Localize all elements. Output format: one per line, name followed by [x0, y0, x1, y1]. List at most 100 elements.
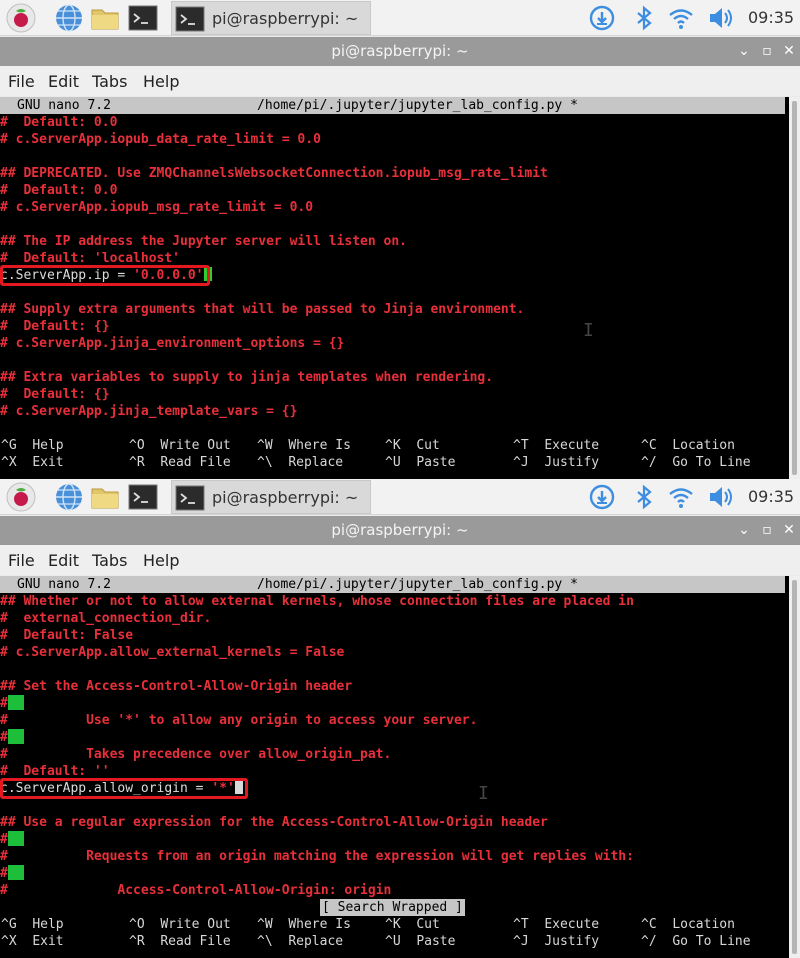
shortcut-label: Cut	[416, 438, 440, 453]
screenshot-bottom: pi@raspberrypi: ~ 09:35 pi@raspberrypi: …	[0, 479, 800, 958]
shortcut-key: ^R	[129, 934, 145, 949]
menu-edit[interactable]: Edit	[48, 551, 79, 570]
clock[interactable]: 09:35	[748, 487, 794, 506]
terminal-scrollbar[interactable]	[789, 576, 800, 958]
menu-help[interactable]: Help	[143, 551, 179, 570]
shortcut-location[interactable]: ^C Location	[641, 916, 735, 933]
menu-edit[interactable]: Edit	[48, 72, 79, 91]
shortcut-exit[interactable]: ^X Exit	[1, 933, 64, 950]
shortcut-replace[interactable]: ^\ Replace	[257, 454, 343, 471]
file-manager-icon[interactable]	[90, 3, 120, 33]
wifi-icon[interactable]	[667, 5, 695, 31]
close-icon[interactable]: ✕	[780, 521, 798, 539]
shortcut-go-to-line[interactable]: ^/ Go To Line	[641, 454, 751, 471]
terminal-icon	[175, 6, 205, 32]
volume-icon[interactable]	[707, 5, 735, 31]
shortcut-exit[interactable]: ^X Exit	[1, 454, 64, 471]
shortcut-key: ^W	[257, 917, 273, 932]
shortcut-key: ^\	[257, 934, 273, 949]
terminal-launcher-icon[interactable]	[128, 482, 158, 512]
terminal-area[interactable]: GNU nano 7.2 /home/pi/.jupyter/jupyter_l…	[0, 97, 789, 479]
taskbar: pi@raspberrypi: ~ 09:35	[0, 0, 800, 36]
mouse-ibeam-cursor: I	[583, 320, 594, 341]
minimize-icon[interactable]: ⌄	[735, 521, 753, 539]
code-line: # Default: False	[0, 628, 134, 643]
scrollbar-thumb[interactable]	[792, 580, 797, 954]
shortcut-key: ^J	[513, 455, 529, 470]
shortcut-replace[interactable]: ^\ Replace	[257, 933, 343, 950]
green-marker	[7, 865, 24, 880]
shortcut-key: ^\	[257, 455, 273, 470]
bluetooth-icon[interactable]	[630, 5, 658, 31]
code-line: #	[0, 831, 24, 848]
web-browser-icon[interactable]	[54, 482, 84, 512]
raspberry-pi-menu-icon[interactable]	[6, 482, 36, 512]
web-browser-icon[interactable]	[54, 3, 84, 33]
menu-tabs[interactable]: Tabs	[92, 72, 127, 91]
window-titlebar[interactable]: pi@raspberrypi: ~ ⌄ ▫ ✕	[0, 37, 800, 66]
volume-icon[interactable]	[707, 484, 735, 510]
raspberry-pi-menu-icon[interactable]	[6, 3, 36, 33]
shortcut-key: ^U	[385, 934, 401, 949]
shortcut-justify[interactable]: ^J Justify	[513, 933, 599, 950]
shortcut-help[interactable]: ^G Help	[1, 437, 64, 454]
shortcut-write-out[interactable]: ^O Write Out	[129, 437, 231, 454]
shortcut-key: ^C	[641, 917, 657, 932]
taskbar-window-button[interactable]: pi@raspberrypi: ~	[171, 480, 371, 514]
green-marker	[7, 695, 24, 710]
shortcut-key: ^J	[513, 934, 529, 949]
shortcut-read-file[interactable]: ^R Read File	[129, 454, 231, 471]
shortcut-where-is[interactable]: ^W Where Is	[257, 437, 351, 454]
code-line: ## Supply extra arguments that will be p…	[0, 302, 525, 317]
minimize-icon[interactable]: ⌄	[735, 42, 753, 60]
shortcut-help[interactable]: ^G Help	[1, 916, 64, 933]
maximize-icon[interactable]: ▫	[758, 42, 776, 60]
shortcut-key: ^G	[1, 917, 17, 932]
clock[interactable]: 09:35	[748, 8, 794, 27]
menu-tabs[interactable]: Tabs	[92, 551, 127, 570]
highlight-box	[0, 778, 248, 799]
window-titlebar[interactable]: pi@raspberrypi: ~ ⌄ ▫ ✕	[0, 516, 800, 545]
code-line-text: #	[0, 730, 8, 745]
terminal-area[interactable]: GNU nano 7.2 /home/pi/.jupyter/jupyter_l…	[0, 576, 789, 958]
shortcut-label: Paste	[416, 455, 456, 470]
menu-file[interactable]: File	[8, 72, 35, 91]
download-updates-icon[interactable]	[588, 484, 616, 510]
wifi-icon[interactable]	[667, 484, 695, 510]
close-icon[interactable]: ✕	[780, 42, 798, 60]
shortcut-cut[interactable]: ^K Cut	[385, 437, 440, 454]
shortcut-execute[interactable]: ^T Execute	[513, 437, 599, 454]
shortcut-where-is[interactable]: ^W Where Is	[257, 916, 351, 933]
taskbar-window-label: pi@raspberrypi: ~	[212, 488, 359, 507]
shortcut-key: ^W	[257, 438, 273, 453]
taskbar: pi@raspberrypi: ~ 09:35	[0, 479, 800, 515]
terminal-scrollbar[interactable]	[789, 97, 800, 479]
bluetooth-icon[interactable]	[630, 484, 658, 510]
shortcut-execute[interactable]: ^T Execute	[513, 916, 599, 933]
mouse-ibeam-cursor: I	[478, 783, 489, 804]
download-updates-icon[interactable]	[588, 5, 616, 31]
highlight-box	[0, 265, 210, 286]
shortcut-label: Justify	[544, 934, 600, 949]
code-line: # Default: 0.0	[0, 115, 118, 130]
shortcut-location[interactable]: ^C Location	[641, 437, 735, 454]
terminal-launcher-icon[interactable]	[128, 3, 158, 33]
menu-file[interactable]: File	[8, 551, 35, 570]
shortcut-cut[interactable]: ^K Cut	[385, 916, 440, 933]
code-line: #	[0, 695, 24, 712]
maximize-icon[interactable]: ▫	[758, 521, 776, 539]
file-manager-icon[interactable]	[90, 482, 120, 512]
shortcut-write-out[interactable]: ^O Write Out	[129, 916, 231, 933]
menu-help[interactable]: Help	[143, 72, 179, 91]
shortcut-paste[interactable]: ^U Paste	[385, 933, 455, 950]
code-line: # external_connection_dir.	[0, 611, 212, 626]
code-line: # Access-Control-Allow-Origin: origin	[0, 883, 392, 898]
taskbar-window-button[interactable]: pi@raspberrypi: ~	[171, 1, 371, 35]
shortcut-paste[interactable]: ^U Paste	[385, 454, 455, 471]
shortcut-label: Read File	[160, 455, 231, 470]
shortcut-read-file[interactable]: ^R Read File	[129, 933, 231, 950]
shortcut-go-to-line[interactable]: ^/ Go To Line	[641, 933, 751, 950]
scrollbar-thumb[interactable]	[792, 101, 797, 475]
shortcut-justify[interactable]: ^J Justify	[513, 454, 599, 471]
shortcut-key: ^/	[641, 934, 657, 949]
